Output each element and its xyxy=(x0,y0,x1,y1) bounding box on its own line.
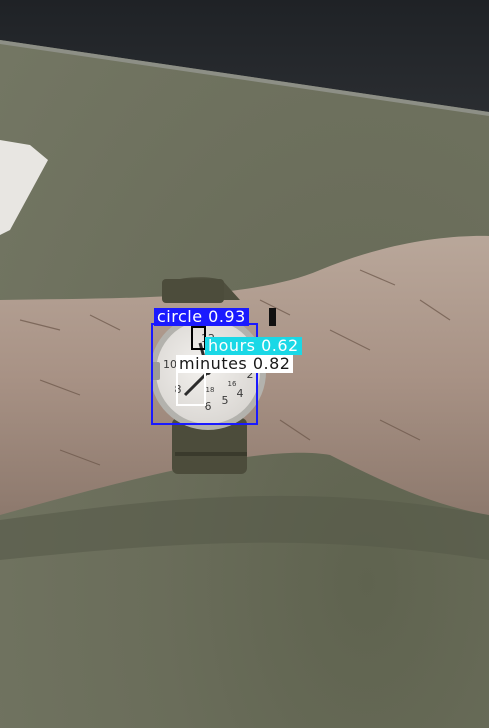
circle-detection-label: circle 0.93 xyxy=(154,308,249,326)
circle-label-tick xyxy=(269,308,276,326)
photo-scene: 12 2 4 5 6 8 10 14 16 18 circle 0.93 hou… xyxy=(0,0,489,728)
hours-detection-label: hours 0.62 xyxy=(205,337,302,355)
minutes-detection-label: minutes 0.82 xyxy=(176,355,294,373)
paper-sheet xyxy=(0,140,48,235)
hours-detection-box xyxy=(191,326,206,350)
minutes-detection-box xyxy=(176,371,206,406)
laptop-edge xyxy=(0,0,489,112)
